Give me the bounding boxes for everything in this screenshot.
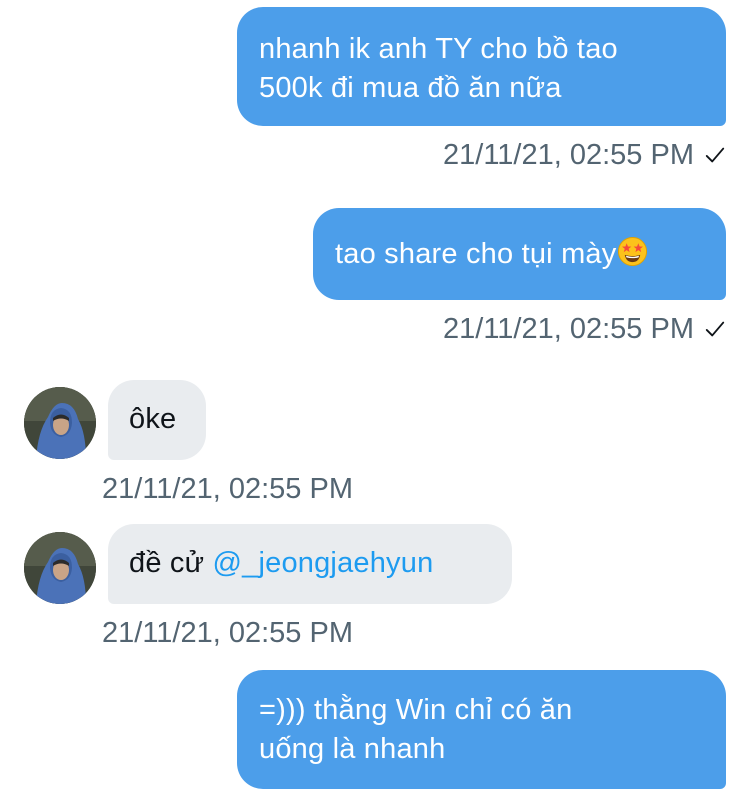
message-text: ôke — [129, 403, 177, 435]
star-struck-emoji — [618, 236, 648, 267]
message-timestamp: 21/11/21, 02:55 PM — [443, 313, 694, 345]
avatar[interactable] — [24, 532, 96, 604]
mention-link[interactable]: @_jeongjaehyun — [213, 547, 434, 579]
message-text-line: 500k đi mua đồ ăn nữa — [259, 72, 562, 104]
message-bubble-outgoing[interactable]: nhanh ik anh TY cho bồ tao 500k đi mua đ… — [237, 7, 726, 126]
avatar[interactable] — [24, 387, 96, 459]
message-text: đề cử — [129, 547, 213, 579]
message-text: tao share cho tụi mày — [335, 238, 617, 270]
message-text-line: =))) thằng Win chỉ có ăn — [259, 694, 573, 726]
message-timestamp: 21/11/21, 02:55 PM — [102, 473, 353, 505]
message-bubble-incoming[interactable]: ôke — [108, 380, 206, 460]
message-bubble-incoming[interactable]: đề cử @_jeongjaehyun — [108, 524, 512, 604]
checkmark-icon — [705, 321, 725, 337]
message-meta: 21/11/21, 02:55 PM — [443, 312, 726, 346]
message-timestamp: 21/11/21, 02:55 PM — [443, 139, 694, 171]
message-bubble-outgoing[interactable]: =))) thằng Win chỉ có ăn uống là nhanh — [237, 670, 726, 789]
message-timestamp: 21/11/21, 02:55 PM — [102, 617, 353, 649]
avatar-photo — [24, 532, 96, 604]
message-meta: 21/11/21, 02:55 PM — [443, 138, 726, 172]
message-text-line: nhanh ik anh TY cho bồ tao — [259, 33, 618, 65]
checkmark-icon — [705, 147, 725, 163]
avatar-photo — [24, 387, 96, 459]
message-bubble-outgoing[interactable]: tao share cho tụi mày — [313, 208, 726, 300]
message-text-line: uống là nhanh — [259, 733, 446, 765]
